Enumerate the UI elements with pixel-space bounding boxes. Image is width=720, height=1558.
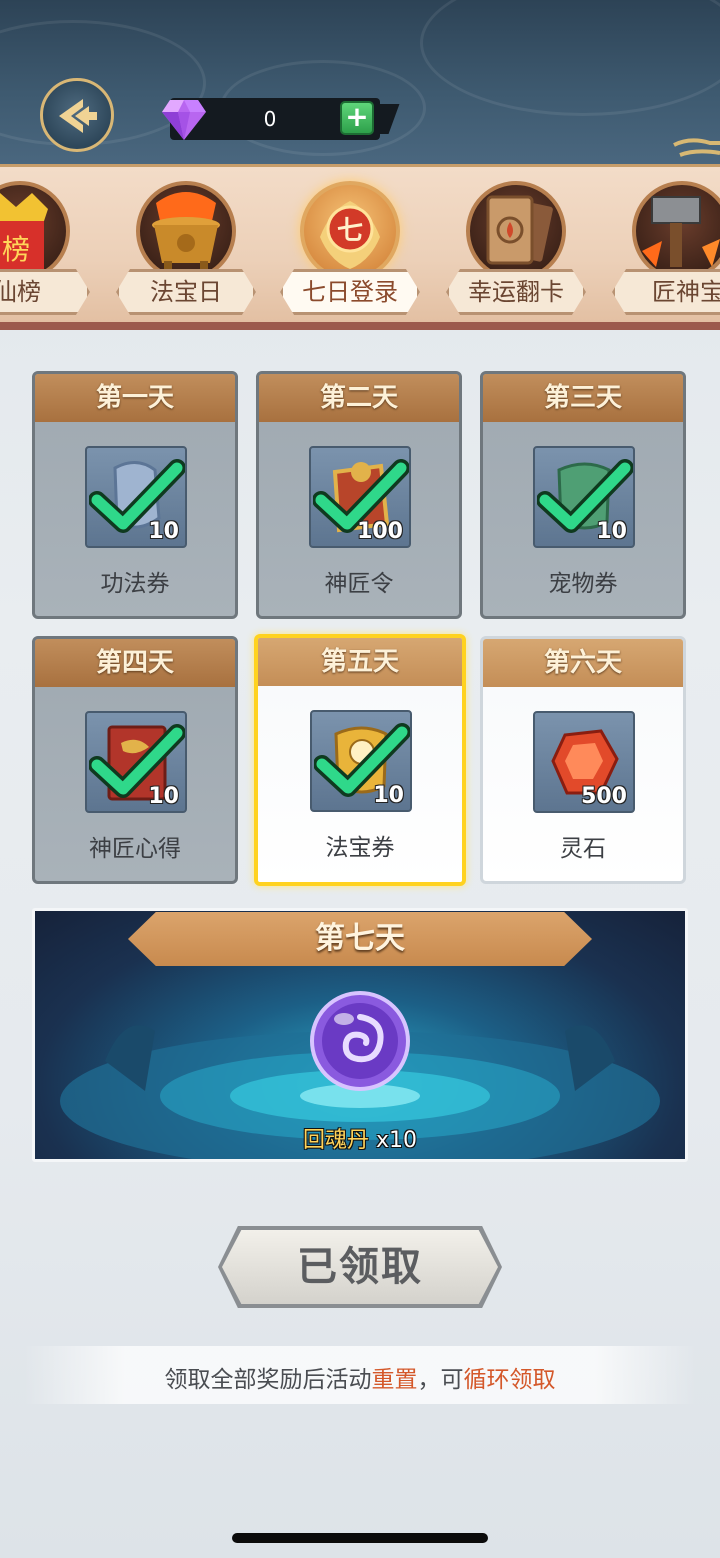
day-title: 第六天 bbox=[483, 639, 683, 687]
day-card-2[interactable]: 第二天 100 神匠令 bbox=[256, 371, 462, 619]
reward-item-box: 500 bbox=[533, 711, 635, 813]
tab-label: 匠神宝库 bbox=[612, 269, 720, 315]
reward-item-box: 10 bbox=[85, 711, 187, 813]
svg-text:榜: 榜 bbox=[2, 233, 30, 266]
tab-label: 幸运翻卡 bbox=[446, 269, 586, 315]
day-title: 第二天 bbox=[259, 374, 459, 422]
claimed-button-label: 已领取 bbox=[297, 1243, 423, 1290]
reward-count: 10 bbox=[148, 784, 179, 809]
reward-name: 神匠心得 bbox=[89, 836, 181, 862]
reward-item-box: 10 bbox=[310, 710, 412, 812]
reward-item-box: 10 bbox=[85, 446, 187, 548]
cloud-ornament-icon bbox=[673, 138, 720, 157]
home-indicator[interactable] bbox=[232, 1533, 488, 1543]
reward-count: 500 bbox=[581, 784, 627, 809]
reward-count: 10 bbox=[148, 519, 179, 544]
day-title: 第七天 bbox=[315, 921, 405, 956]
diamond-icon bbox=[162, 100, 206, 140]
reward-name: 神匠令 bbox=[324, 571, 394, 597]
reward-name: 灵石 bbox=[560, 836, 606, 862]
tab-label: 法宝日 bbox=[116, 269, 256, 315]
soul-orb-icon bbox=[310, 991, 410, 1091]
add-currency-button[interactable]: + bbox=[340, 101, 374, 135]
seven-day-login-icon: 七 bbox=[320, 201, 380, 269]
tab-label: 秀仙榜 bbox=[0, 269, 90, 315]
currency-amount: 0 bbox=[263, 107, 277, 131]
reward-item-box: 10 bbox=[533, 446, 635, 548]
reward-item-box: 100 bbox=[309, 446, 411, 548]
reward-name: 法宝券 bbox=[325, 835, 395, 861]
day-title: 第一天 bbox=[35, 374, 235, 422]
day-card-4[interactable]: 第四天 10 神匠心得 bbox=[32, 636, 238, 884]
day-title: 第五天 bbox=[258, 638, 462, 686]
activity-tab-bar: 榜 秀仙榜 法宝日 七 七日登录 bbox=[0, 164, 720, 330]
tab-ranking[interactable]: 榜 秀仙榜 bbox=[0, 181, 90, 322]
footer-note: 领取全部奖励后活动重置，可循环领取 bbox=[164, 1367, 556, 1393]
reward-name: 回魂丹 x10 bbox=[302, 1128, 418, 1153]
plus-icon: + bbox=[345, 100, 369, 133]
tab-seven-day-login[interactable]: 七 七日登录 bbox=[280, 181, 420, 322]
day-title: 第三天 bbox=[483, 374, 683, 422]
svg-text:七: 七 bbox=[337, 216, 363, 246]
back-button[interactable] bbox=[40, 78, 114, 152]
tab-lucky-card[interactable]: 幸运翻卡 bbox=[446, 181, 586, 322]
top-header bbox=[0, 0, 720, 170]
reward-name: 宠物券 bbox=[548, 571, 618, 597]
day-card-1[interactable]: 第一天 10 功法券 bbox=[32, 371, 238, 619]
tab-craft-vault[interactable]: 匠神宝库 bbox=[612, 181, 720, 322]
hammer-icon bbox=[642, 196, 720, 267]
reward-name: 功法券 bbox=[100, 571, 170, 597]
tab-label: 七日登录 bbox=[280, 269, 420, 315]
day-title: 第四天 bbox=[35, 639, 235, 687]
tab-treasure-day[interactable]: 法宝日 bbox=[116, 181, 256, 322]
day-card-5[interactable]: 第五天 10 法宝券 bbox=[254, 634, 466, 886]
back-arrow-icon bbox=[59, 99, 97, 133]
reward-count: 10 bbox=[596, 519, 627, 544]
day-card-3[interactable]: 第三天 10 宠物券 bbox=[480, 371, 686, 619]
reward-count: 100 bbox=[357, 519, 403, 544]
ranking-icon: 榜 bbox=[0, 193, 48, 271]
day-card-6[interactable]: 第六天 500 灵石 bbox=[480, 636, 686, 884]
reward-count: 10 bbox=[373, 783, 404, 808]
cauldron-icon bbox=[152, 192, 220, 275]
card-flip-icon bbox=[486, 195, 553, 265]
